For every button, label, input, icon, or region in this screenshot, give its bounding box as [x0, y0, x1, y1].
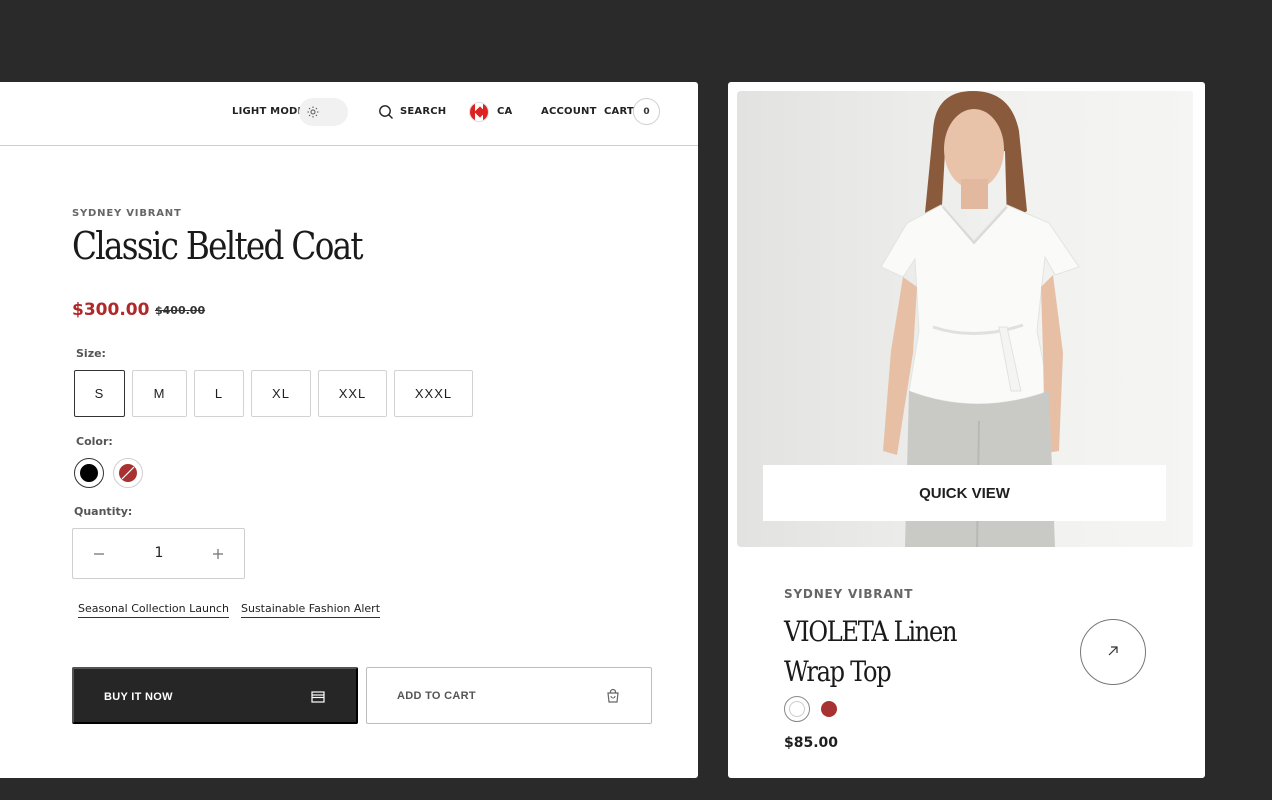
- region-label[interactable]: CA: [497, 106, 512, 117]
- size-label: Size:: [76, 347, 106, 360]
- tag-link-sustainable[interactable]: Sustainable Fashion Alert: [241, 602, 381, 618]
- buy-it-now-button[interactable]: BUY IT NOW: [72, 667, 358, 724]
- size-option-xl[interactable]: XL: [251, 370, 311, 417]
- minus-icon[interactable]: [87, 542, 111, 566]
- card-title[interactable]: VIOLETA Linen Wrap Top: [784, 612, 1008, 692]
- size-option-l[interactable]: L: [194, 370, 244, 417]
- quantity-label: Quantity:: [74, 505, 133, 518]
- shopping-bag-icon: [605, 688, 621, 704]
- quick-view-button[interactable]: QUICK VIEW: [763, 465, 1166, 521]
- product-card: QUICK VIEW SYDNEY VIBRANT VIOLETA Linen …: [728, 82, 1205, 778]
- light-mode-toggle[interactable]: [299, 98, 348, 126]
- tag-link-seasonal[interactable]: Seasonal Collection Launch: [78, 602, 229, 618]
- size-option-xxl[interactable]: XXL: [318, 370, 387, 417]
- plus-icon[interactable]: [206, 542, 230, 566]
- cart-link[interactable]: CART: [604, 106, 634, 117]
- search-icon[interactable]: [378, 104, 394, 120]
- color-swatch-red[interactable]: [113, 458, 143, 488]
- add-to-cart-button[interactable]: ADD TO CART: [366, 667, 652, 724]
- quantity-stepper: 1: [72, 528, 245, 579]
- card-color-swatch-red[interactable]: [821, 701, 837, 717]
- product-image[interactable]: QUICK VIEW: [737, 91, 1193, 547]
- unavailable-slash-icon: [119, 464, 137, 482]
- account-link[interactable]: ACCOUNT: [541, 106, 597, 117]
- cart-count-badge[interactable]: 0: [633, 98, 660, 125]
- product-title: Classic Belted Coat: [72, 224, 364, 268]
- color-label: Color:: [76, 435, 113, 448]
- light-mode-label: LIGHT MODE: [232, 106, 305, 117]
- canada-flag-icon[interactable]: [469, 102, 489, 122]
- quantity-value[interactable]: 1: [143, 545, 175, 561]
- color-swatch-black[interactable]: [74, 458, 104, 488]
- buy-it-now-label: BUY IT NOW: [104, 691, 173, 703]
- product-brand: SYDNEY VIBRANT: [72, 208, 182, 219]
- size-option-m[interactable]: M: [132, 370, 187, 417]
- card-color-swatch-white[interactable]: [784, 696, 810, 722]
- search-link[interactable]: SEARCH: [400, 106, 446, 117]
- arrow-up-right-icon: [1107, 645, 1119, 660]
- add-to-cart-label: ADD TO CART: [397, 690, 476, 702]
- sun-icon: [303, 102, 323, 122]
- size-option-xxxl[interactable]: XXXL: [394, 370, 473, 417]
- sale-price: $300.00: [72, 300, 150, 320]
- compare-price: $400.00: [155, 304, 206, 317]
- card-brand: SYDNEY VIBRANT: [784, 587, 914, 601]
- product-detail-panel: LIGHT MODE SEARCH CA ACCOUNT CART 0 SYDN…: [0, 82, 698, 778]
- card-price: $85.00: [784, 735, 839, 751]
- header-bar: LIGHT MODE SEARCH CA ACCOUNT CART 0: [0, 82, 698, 146]
- open-product-button[interactable]: [1080, 619, 1146, 685]
- size-option-s[interactable]: S: [74, 370, 125, 417]
- card-icon: [310, 689, 326, 705]
